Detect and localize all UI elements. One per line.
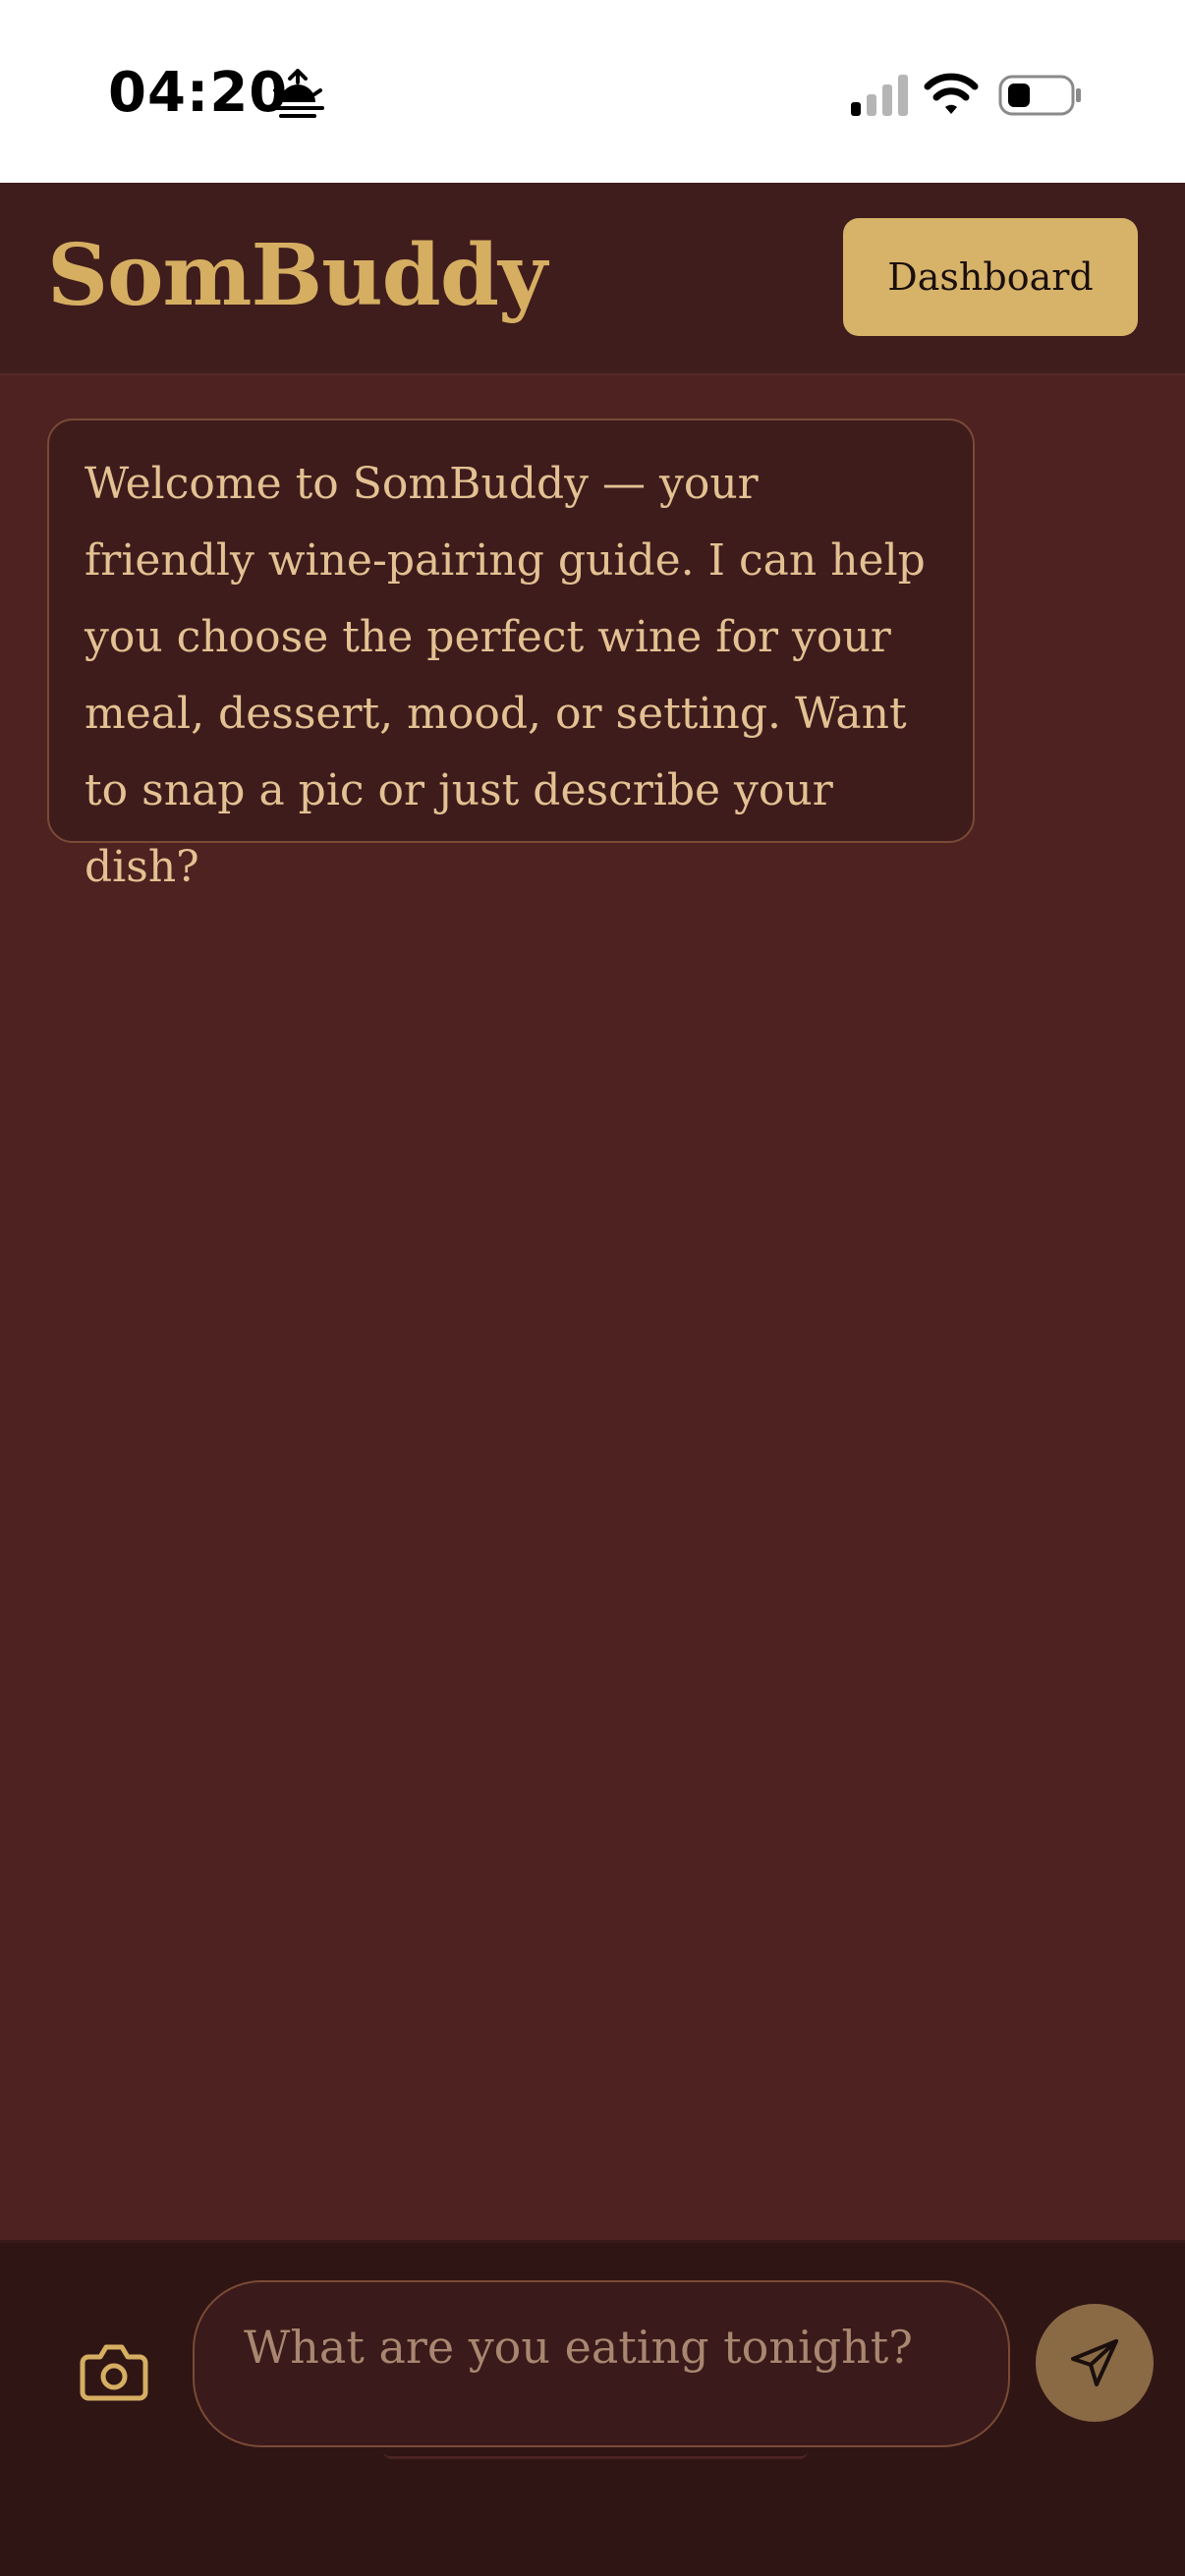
send-button[interactable] (1036, 2304, 1154, 2422)
send-icon (1071, 2339, 1118, 2386)
message-input[interactable] (244, 2318, 971, 2377)
assistant-message: Welcome to SomBuddy — your friendly wine… (47, 419, 975, 892)
home-indicator (383, 2447, 808, 2459)
message-input-container[interactable] (193, 2280, 1010, 2447)
battery-icon (998, 75, 1081, 116)
message-text: Welcome to SomBuddy — your friendly wine… (85, 459, 926, 892)
sunrise-icon (271, 69, 324, 118)
composer-bar (0, 2240, 1185, 2576)
status-bar: 04:20 (0, 0, 1185, 183)
status-time: 04:20 (108, 61, 289, 125)
app-title: SomBuddy (47, 226, 547, 325)
app-header: SomBuddy Dashboard (0, 183, 1185, 375)
dashboard-button[interactable]: Dashboard (843, 218, 1138, 336)
signal-icon (851, 75, 908, 116)
camera-icon[interactable] (79, 2339, 149, 2402)
wifi-icon (924, 73, 979, 114)
